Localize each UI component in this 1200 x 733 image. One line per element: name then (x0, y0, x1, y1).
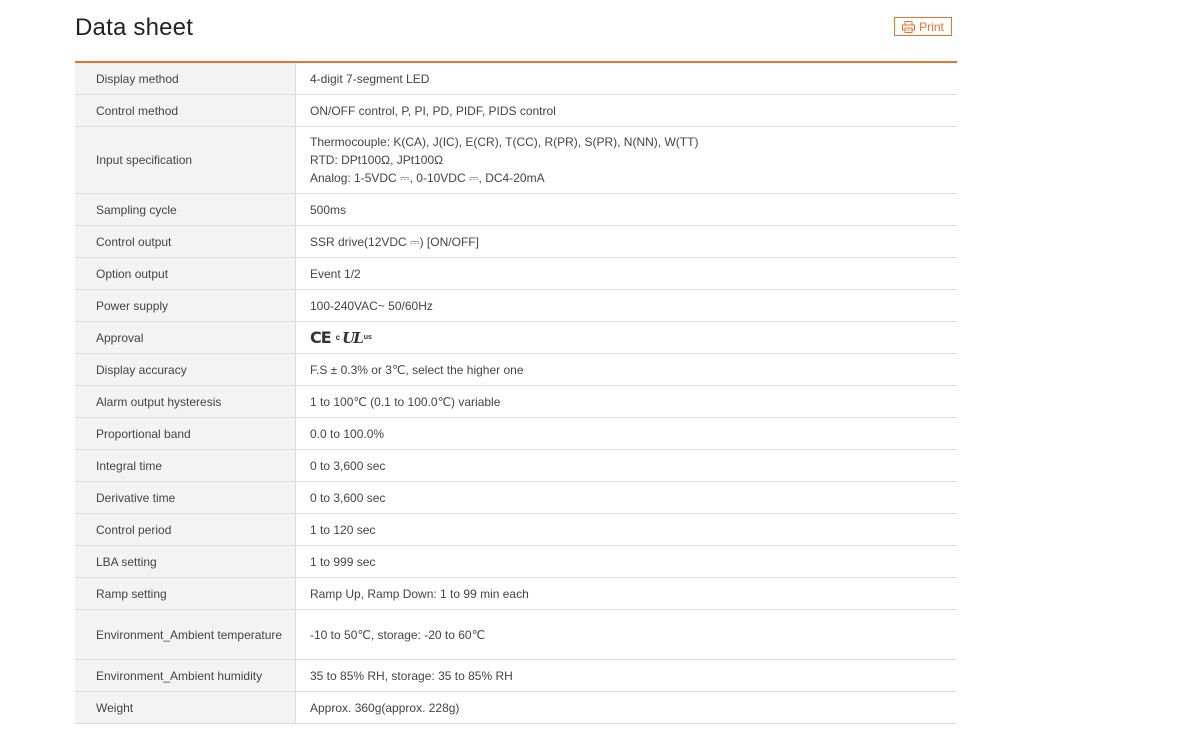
spec-label: Derivative time (75, 482, 296, 513)
table-row: Display method 4-digit 7-segment LED (75, 63, 957, 95)
spec-value: 1 to 100℃ (0.1 to 100.0℃) variable (296, 386, 957, 417)
spec-label: Alarm output hysteresis (75, 386, 296, 417)
table-row: Control output SSR drive(12VDC ⎓) [ON/OFF… (75, 226, 957, 258)
spec-label: Integral time (75, 450, 296, 481)
table-row: LBA setting 1 to 999 sec (75, 546, 957, 578)
spec-label: Ramp setting (75, 578, 296, 609)
table-row: Environment_Ambient humidity 35 to 85% RH… (75, 660, 957, 692)
spec-value-line: Approx. 360g(approx. 228g) (310, 700, 460, 715)
table-row: Weight Approx. 360g(approx. 228g) (75, 692, 957, 724)
spec-value-line: 35 to 85% RH, storage: 35 to 85% RH (310, 668, 513, 683)
spec-value-line: 0.0 to 100.0% (310, 426, 385, 441)
spec-value: 1 to 120 sec (296, 514, 957, 545)
spec-value: 0.0 to 100.0% (296, 418, 957, 449)
spec-label: Environment_Ambient humidity (75, 660, 296, 691)
table-row: Input specification Thermocouple: K(CA), … (75, 127, 957, 194)
spec-value-line: Analog: 1-5VDC ⎓, 0-10VDC ⎓, DC4-20mA (310, 171, 545, 185)
spec-value-line: 100-240VAC~ 50/60Hz (310, 298, 433, 313)
spec-value-line: 500ms (310, 202, 347, 217)
spec-table: Display method 4-digit 7-segment LED Contr… (75, 61, 957, 724)
spec-label: Sampling cycle (75, 194, 296, 225)
spec-value-line: RTD: DPt100Ω, JPt100Ω (310, 153, 444, 167)
table-row: Option output Event 1/2 (75, 258, 957, 290)
spec-label: LBA setting (75, 546, 296, 577)
spec-label: Control method (75, 95, 296, 126)
table-row: Ramp setting Ramp Up, Ramp Down: 1 to 99 … (75, 578, 957, 610)
page-title: Data sheet (75, 14, 194, 41)
spec-label: Environment_Ambient temperature (75, 610, 296, 659)
table-row: Approval CE c UL us (75, 322, 957, 354)
ce-mark-icon: CE (310, 327, 332, 347)
spec-value-line: 0 to 3,600 sec (310, 490, 386, 505)
spec-value: Approx. 360g(approx. 228g) (296, 692, 957, 723)
spec-label: Proportional band (75, 418, 296, 449)
spec-value-line: 0 to 3,600 sec (310, 458, 386, 473)
table-row: Control method ON/OFF control, P, PI, PD,… (75, 95, 957, 127)
spec-label: Display method (75, 63, 296, 94)
spec-label: Power supply (75, 290, 296, 321)
table-row: Integral time 0 to 3,600 sec (75, 450, 957, 482)
table-row: Alarm output hysteresis 1 to 100℃ (0.1 to… (75, 386, 957, 418)
spec-label: Weight (75, 692, 296, 723)
spec-label: Control period (75, 514, 296, 545)
spec-label: Option output (75, 258, 296, 289)
spec-value-line: SSR drive(12VDC ⎓) [ON/OFF] (310, 234, 479, 249)
spec-value-line: 1 to 100℃ (0.1 to 100.0℃) variable (310, 394, 501, 409)
spec-value: Thermocouple: K(CA), J(IC), E(CR), T(CC)… (296, 127, 957, 193)
spec-value-line: Thermocouple: K(CA), J(IC), E(CR), T(CC)… (310, 135, 699, 149)
spec-value: F.S ± 0.3% or 3℃, select the higher one (296, 354, 957, 385)
spec-value: CE c UL us (296, 322, 957, 353)
print-button[interactable]: Print (894, 17, 952, 36)
spec-label: Input specification (75, 127, 296, 193)
c-mark: c (335, 332, 341, 342)
printer-icon (902, 20, 916, 33)
spec-value: 500ms (296, 194, 957, 225)
ul-mark-icon: UL (342, 328, 364, 347)
spec-label: Approval (75, 322, 296, 353)
spec-value-line: Event 1/2 (310, 266, 361, 281)
data-sheet-page: Data sheet Print Display method 4-digit 7… (0, 0, 1200, 733)
spec-value-line: ON/OFF control, P, PI, PD, PIDF, PIDS co… (310, 103, 556, 118)
spec-value-line: Ramp Up, Ramp Down: 1 to 99 min each (310, 586, 529, 601)
spec-value: 0 to 3,600 sec (296, 482, 957, 513)
spec-value: 0 to 3,600 sec (296, 450, 957, 481)
table-row: Proportional band 0.0 to 100.0% (75, 418, 957, 450)
table-row: Power supply 100-240VAC~ 50/60Hz (75, 290, 957, 322)
spec-value-line: 1 to 120 sec (310, 522, 376, 537)
spec-value: Event 1/2 (296, 258, 957, 289)
table-row: Environment_Ambient temperature -10 to 50… (75, 610, 957, 660)
spec-value: -10 to 50℃, storage: -20 to 60℃ (296, 610, 957, 659)
table-row: Display accuracy F.S ± 0.3% or 3℃, select… (75, 354, 957, 386)
spec-value-line: 1 to 999 sec (310, 554, 376, 569)
table-row: Derivative time 0 to 3,600 sec (75, 482, 957, 514)
spec-label: Display accuracy (75, 354, 296, 385)
us-mark: us (363, 333, 372, 341)
spec-value: SSR drive(12VDC ⎓) [ON/OFF] (296, 226, 957, 257)
spec-value: 4-digit 7-segment LED (296, 63, 957, 94)
table-row: Control period 1 to 120 sec (75, 514, 957, 546)
spec-value: 35 to 85% RH, storage: 35 to 85% RH (296, 660, 957, 691)
spec-value: 100-240VAC~ 50/60Hz (296, 290, 957, 321)
spec-value-line: F.S ± 0.3% or 3℃, select the higher one (310, 362, 524, 377)
spec-value: 1 to 999 sec (296, 546, 957, 577)
spec-value-line: 4-digit 7-segment LED (310, 71, 430, 86)
table-row: Sampling cycle 500ms (75, 194, 957, 226)
spec-label: Control output (75, 226, 296, 257)
print-label: Print (919, 19, 944, 34)
spec-value-line: -10 to 50℃, storage: -20 to 60℃ (310, 627, 486, 642)
spec-value: Ramp Up, Ramp Down: 1 to 99 min each (296, 578, 957, 609)
spec-value: ON/OFF control, P, PI, PD, PIDF, PIDS co… (296, 95, 957, 126)
approval-logos: CE c UL us (310, 327, 957, 347)
